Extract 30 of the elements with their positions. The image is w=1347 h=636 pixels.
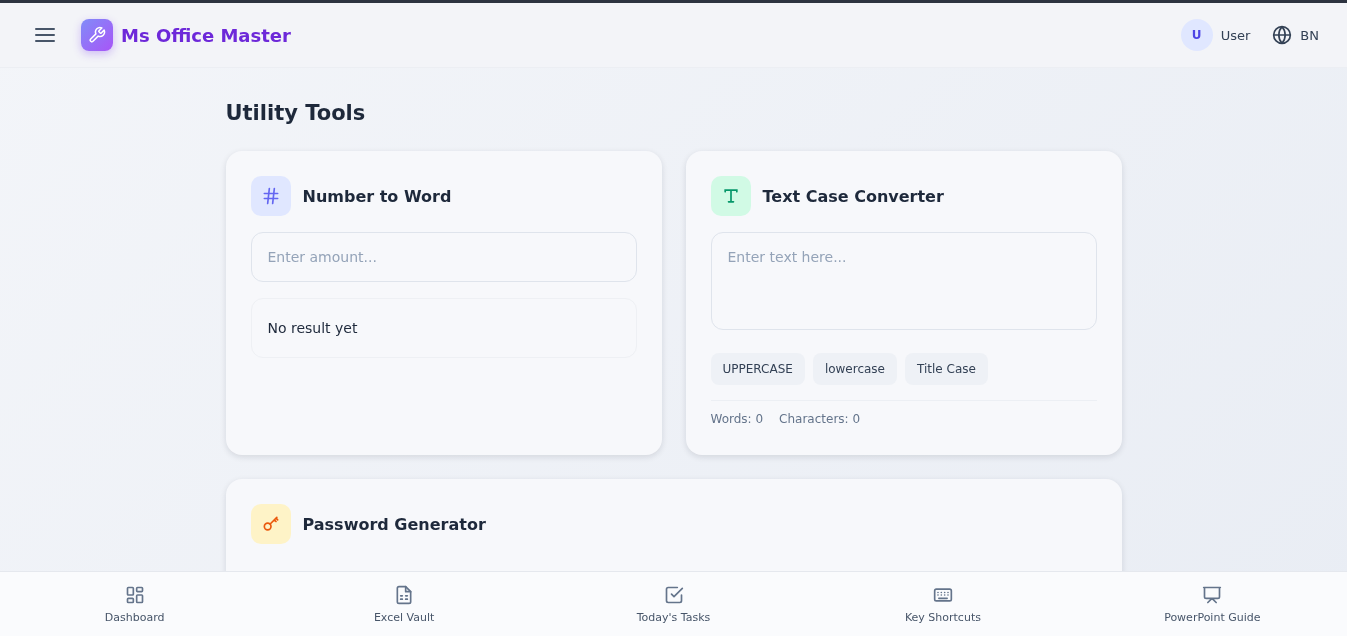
user-avatar[interactable]: U [1180,19,1213,51]
language-button[interactable]: BN [1272,25,1319,45]
page-title: Utility Tools [225,101,367,125]
checkbox-icon [663,584,684,605]
card-title: Number to Word [302,186,452,206]
count-label: Words: 0 [710,412,764,426]
app-title: Ms Office Master [121,24,291,46]
nav-item[interactable]: Excel Vault [269,572,539,636]
grid-icon [124,584,145,605]
wrench-icon [81,19,113,51]
amount-field[interactable]: Enter amount... [250,232,637,282]
hash-icon [250,176,291,216]
result-text: No result yet [267,320,358,336]
nav-item[interactable]: Key Shortcuts [808,572,1078,636]
case-button[interactable]: lowercase [812,353,897,385]
menu-icon[interactable] [35,27,55,43]
card-title: Password Generator [302,514,486,534]
nav-item[interactable]: Dashboard [0,572,270,636]
case-button[interactable]: UPPERCASE [710,353,805,385]
card-title: Text Case Converter [762,186,944,206]
user-name: User [1220,27,1251,43]
text-icon [710,176,751,216]
key-icon [250,504,291,544]
text-field[interactable]: Enter text here... [710,232,1097,330]
nav-item[interactable]: Today's Tasks [538,572,809,636]
count-label: Characters: 0 [779,412,861,426]
case-button[interactable]: Title Case [905,353,988,385]
nav-item[interactable]: PowerPoint Guide [1077,572,1347,636]
presentation-icon [1202,584,1223,605]
document-icon [394,584,415,605]
